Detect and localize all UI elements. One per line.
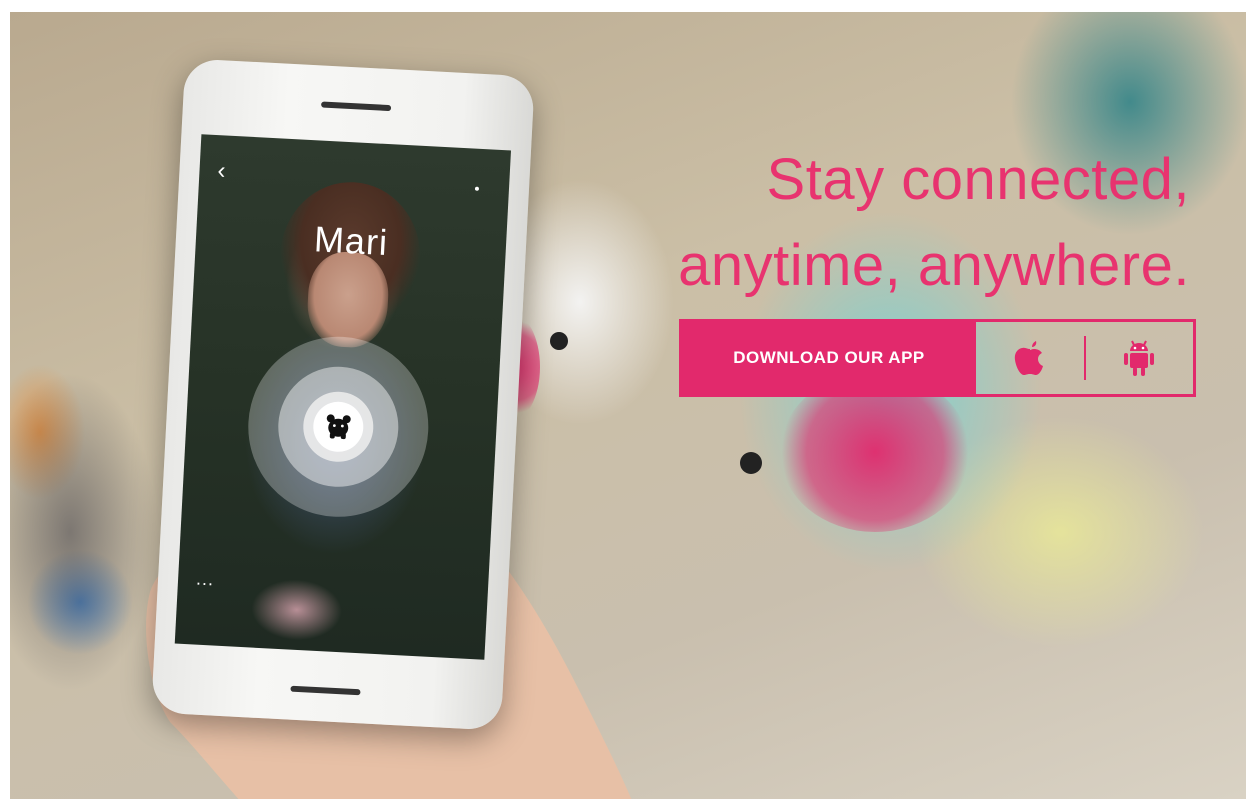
- ios-download-button[interactable]: [976, 322, 1084, 394]
- phone-speaker-bottom: [290, 685, 361, 696]
- toy-eye: [550, 332, 568, 350]
- download-bar: DOWNLOAD OUR APP: [679, 319, 1196, 397]
- apple-icon: [1014, 341, 1043, 375]
- download-app-button[interactable]: DOWNLOAD OUR APP: [682, 322, 976, 394]
- phone-screen: ‹ Mari ...: [174, 134, 512, 660]
- phone-speaker: [320, 101, 392, 112]
- android-download-button[interactable]: [1086, 322, 1194, 394]
- bear-icon: [326, 414, 351, 440]
- hero-background: Stay connected, anytime, anywhere. DOWNL…: [10, 12, 1246, 799]
- contact-name: Mari: [313, 218, 390, 264]
- headline: Stay connected, anytime, anywhere.: [670, 137, 1190, 309]
- phone-mockup: ‹ Mari ...: [151, 58, 535, 731]
- android-icon: [1124, 340, 1155, 376]
- child-photo-face: [305, 250, 391, 350]
- toy-eye: [740, 452, 762, 474]
- headline-line-1: Stay connected,: [766, 147, 1190, 212]
- headline-line-2: anytime, anywhere.: [678, 233, 1190, 298]
- more-options-icon[interactable]: ...: [196, 569, 215, 591]
- menu-dot-icon[interactable]: [474, 186, 480, 191]
- back-chevron-icon[interactable]: ‹: [217, 157, 226, 185]
